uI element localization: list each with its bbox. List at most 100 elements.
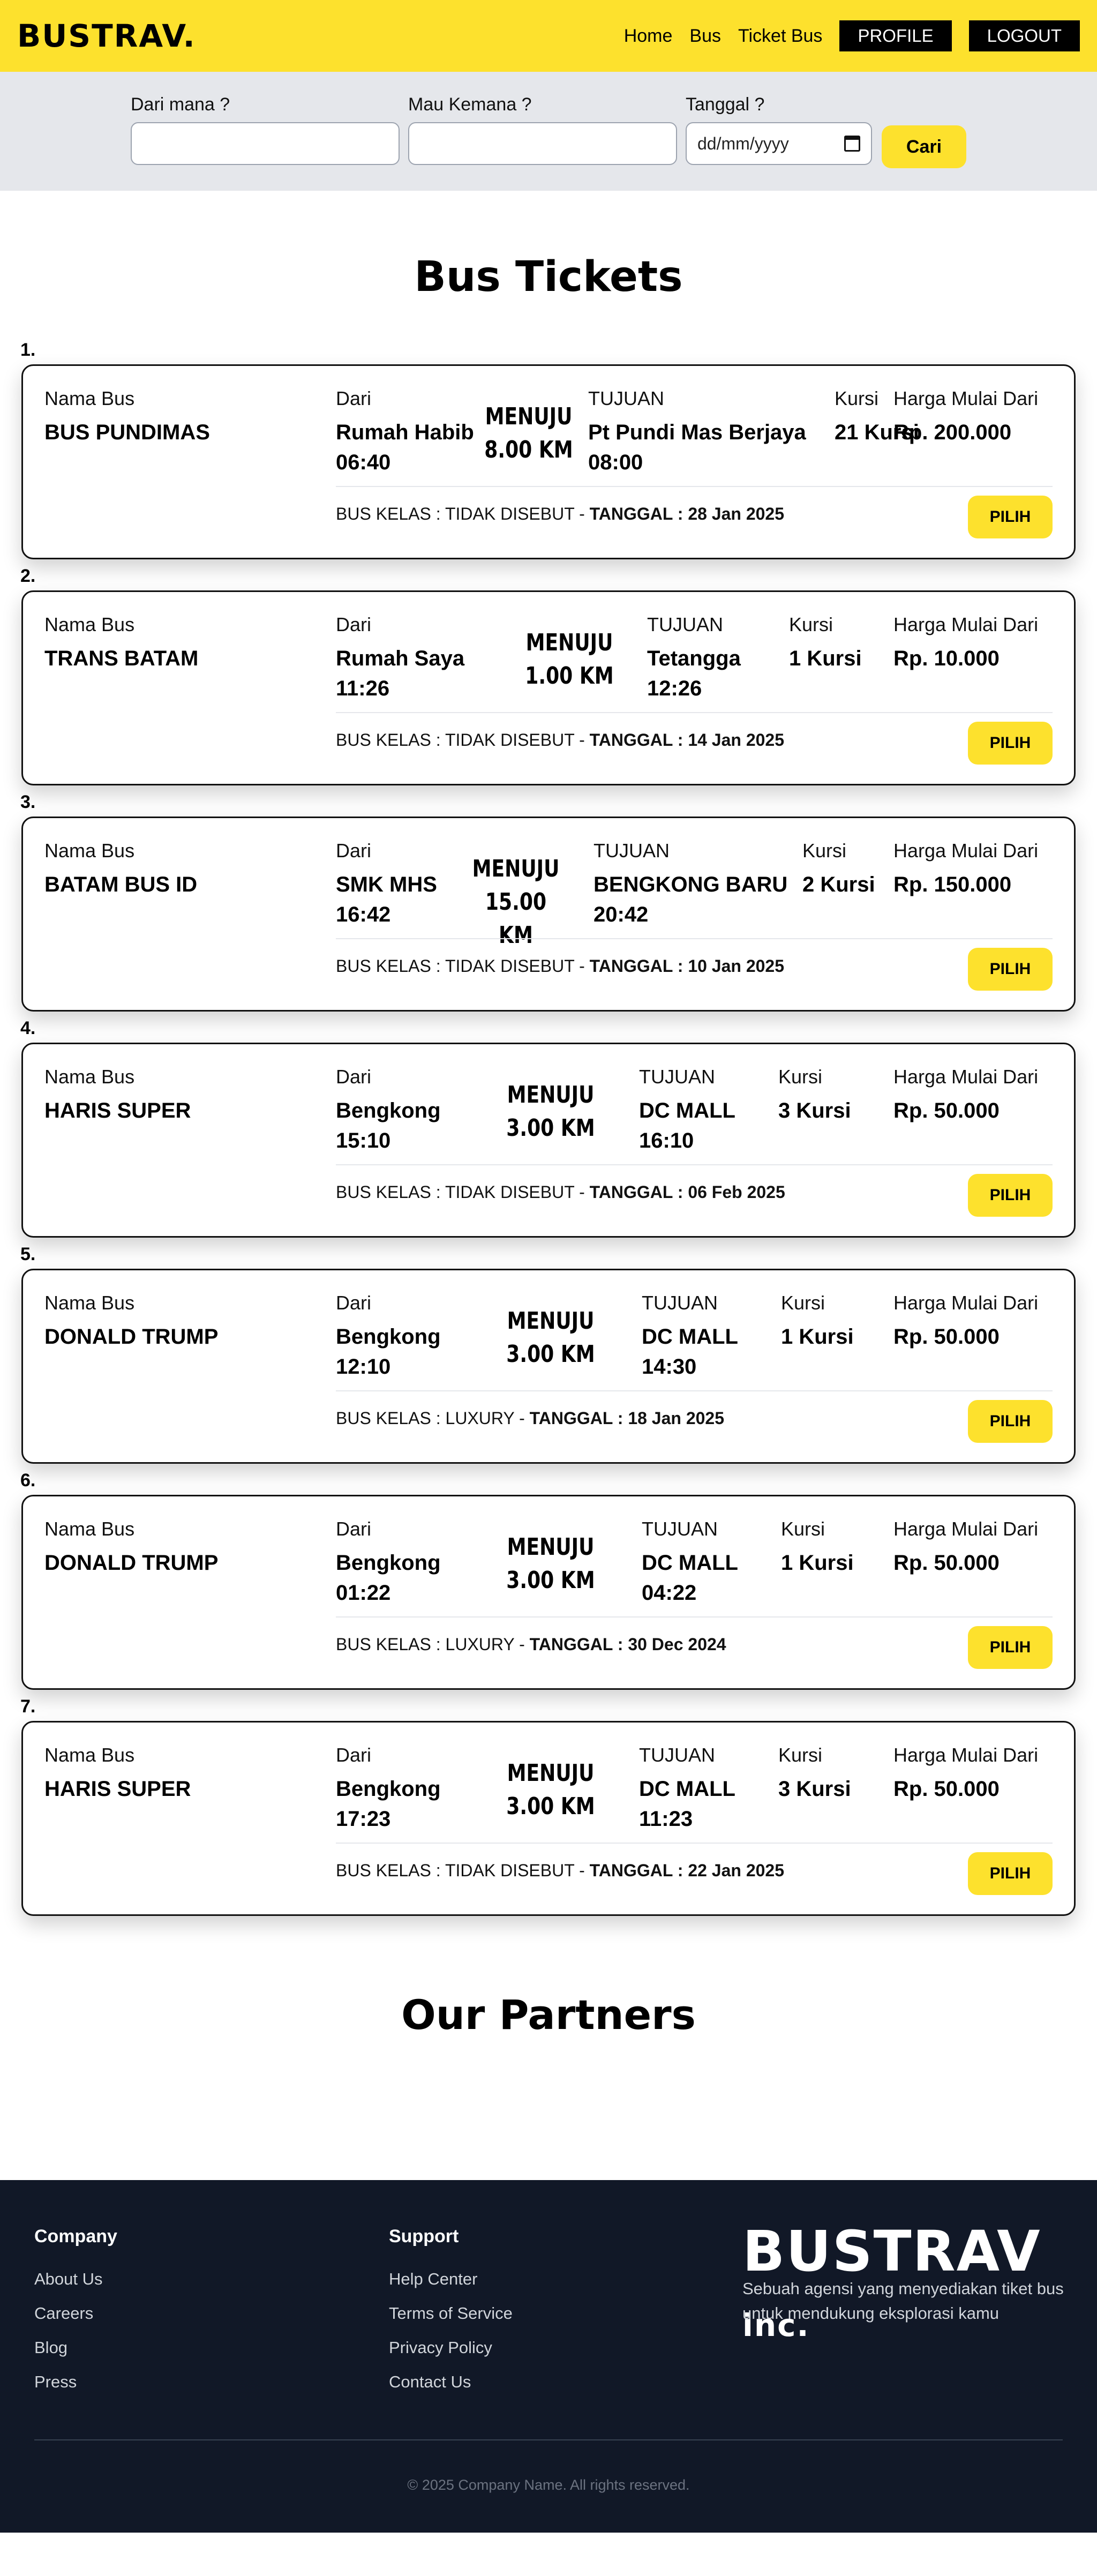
menuju-label: MENUJU — [472, 855, 560, 882]
select-ticket-button[interactable]: PILIH — [968, 1626, 1053, 1669]
seats-label: Kursi — [778, 1066, 823, 1088]
footer-link-privacy[interactable]: Privacy Policy — [389, 2336, 513, 2370]
distance: 3.00 KM — [506, 1341, 595, 1368]
ticket-divider — [336, 712, 1053, 713]
distance: 3.00 KM — [506, 1793, 595, 1820]
ticket-item: 4. Nama Bus HARIS SUPER Dari Bengkong 15:… — [0, 1018, 1097, 1244]
seats-count: 1 Kursi — [781, 1551, 854, 1575]
select-ticket-button[interactable]: PILIH — [968, 1400, 1053, 1443]
search-bar: Dari mana ? Mau Kemana ? Tanggal ? dd/mm… — [0, 72, 1097, 191]
price: Rp. 50.000 — [893, 1777, 1000, 1801]
route-distance: MENUJU 3.00 KM — [502, 1531, 599, 1597]
footer-company-heading: Company — [34, 2226, 117, 2246]
footer: Company About Us Careers Blog Press Supp… — [0, 2180, 1097, 2533]
footer-link-terms[interactable]: Terms of Service — [389, 2302, 513, 2336]
date-input[interactable]: dd/mm/yyyy — [686, 122, 872, 165]
distance: 3.00 KM — [506, 1567, 595, 1594]
depart-time: 01:22 — [336, 1581, 391, 1605]
select-ticket-button[interactable]: PILIH — [968, 1852, 1053, 1895]
menuju-label: MENUJU — [507, 1307, 595, 1335]
select-ticket-button[interactable]: PILIH — [968, 948, 1053, 991]
calendar-icon[interactable] — [844, 136, 860, 152]
seats-count: 3 Kursi — [778, 1099, 851, 1122]
menuju-label: MENUJU — [525, 629, 613, 656]
ticket-date: 22 Jan 2025 — [688, 1861, 785, 1880]
select-ticket-button[interactable]: PILIH — [968, 722, 1053, 765]
profile-button[interactable]: PROFILE — [839, 20, 952, 51]
nav-link-home[interactable]: Home — [624, 26, 673, 47]
select-ticket-button[interactable]: PILIH — [968, 1174, 1053, 1217]
arrive-time: 20:42 — [593, 903, 649, 926]
price-label: Harga Mulai Dari — [893, 1066, 1039, 1088]
logout-button[interactable]: LOGOUT — [968, 20, 1080, 51]
nav-link-bus[interactable]: Bus — [689, 26, 721, 47]
arrive-time: 11:23 — [639, 1807, 693, 1831]
bus-name-label: Nama Bus — [44, 1518, 135, 1540]
from-input[interactable] — [131, 122, 400, 165]
nav-links: Home Bus Ticket Bus PROFILE LOGOUT — [624, 0, 1080, 72]
ticket-card: Nama Bus BATAM BUS ID Dari SMK MHS 16:42 … — [21, 817, 1076, 1012]
footer-link-blog[interactable]: Blog — [34, 2336, 117, 2370]
from-label: Dari — [336, 1518, 372, 1540]
footer-link-careers[interactable]: Careers — [34, 2302, 117, 2336]
ticket-card: Nama Bus HARIS SUPER Dari Bengkong 17:23 … — [21, 1721, 1076, 1916]
ticket-item: 2. Nama Bus TRANS BATAM Dari Rumah Saya 1… — [0, 566, 1097, 792]
ticket-number: 2. — [20, 566, 36, 586]
ticket-date: 28 Jan 2025 — [688, 504, 785, 523]
to-label: TUJUAN — [593, 840, 670, 862]
ticket-number: 1. — [20, 340, 36, 360]
ticket-list: 1. Nama Bus BUS PUNDIMAS Dari Rumah Habi… — [0, 340, 1097, 1922]
to-location: BENGKONG BARU 20:42 — [593, 873, 788, 926]
price: Rp. 50.000 — [893, 1099, 1000, 1122]
route-distance: MENUJU 15.00 KM — [468, 852, 564, 952]
ticket-info: BUS KELAS : TIDAK DISEBUT - TANGGAL : 28… — [336, 504, 785, 523]
from-label: Dari mana ? — [131, 94, 230, 115]
footer-link-about[interactable]: About Us — [34, 2267, 117, 2302]
bus-class: TIDAK DISEBUT — [445, 1182, 575, 1202]
page-title: Bus Tickets — [414, 253, 683, 301]
select-ticket-button[interactable]: PILIH — [968, 496, 1053, 538]
from-label: Dari — [336, 1292, 372, 1314]
price-label: Harga Mulai Dari — [893, 840, 1039, 862]
menuju-label: MENUJU — [507, 1759, 595, 1787]
footer-link-help[interactable]: Help Center — [389, 2267, 513, 2302]
nav-link-ticket-bus[interactable]: Ticket Bus — [738, 26, 822, 47]
ticket-info: BUS KELAS : TIDAK DISEBUT - TANGGAL : 14… — [336, 730, 785, 750]
seats-count: 3 Kursi — [778, 1777, 851, 1801]
route-distance: MENUJU 8.00 KM — [480, 400, 577, 467]
seats-label: Kursi — [835, 387, 879, 409]
footer-divider — [34, 2439, 1063, 2440]
brand-logo[interactable]: BUSTRAV. — [17, 18, 196, 54]
footer-link-press[interactable]: Press — [34, 2370, 117, 2405]
ticket-card: Nama Bus DONALD TRUMP Dari Bengkong 01:22… — [21, 1495, 1076, 1690]
distance: 15.00 KM — [485, 888, 547, 949]
partners-area — [0, 2039, 1097, 2180]
from-location: SMK MHS 16:42 — [336, 873, 437, 926]
bus-class: TIDAK DISEBUT — [445, 504, 575, 523]
to-input[interactable] — [408, 122, 677, 165]
seats-label: Kursi — [778, 1744, 823, 1766]
partners-title: Our Partners — [401, 1991, 696, 2039]
price-label: Harga Mulai Dari — [893, 1744, 1039, 1766]
footer-tagline: Sebuah agensi yang menyediakan tiket bus… — [742, 2279, 1064, 2323]
ticket-date: 06 Feb 2025 — [688, 1182, 785, 1202]
price: Rp. 10.000 — [893, 647, 1000, 670]
ticket-item: 5. Nama Bus DONALD TRUMP Dari Bengkong 12… — [0, 1244, 1097, 1470]
ticket-number: 3. — [20, 792, 36, 812]
price: Rp. 200.000 — [893, 421, 1012, 444]
price-label: Harga Mulai Dari — [893, 1518, 1039, 1540]
arrive-time: 14:30 — [642, 1355, 697, 1379]
to-label: TUJUAN — [639, 1744, 715, 1766]
ticket-info: BUS KELAS : LUXURY - TANGGAL : 30 Dec 20… — [336, 1635, 726, 1654]
ticket-item: 3. Nama Bus BATAM BUS ID Dari SMK MHS 16:… — [0, 792, 1097, 1018]
search-submit-button[interactable]: Cari — [882, 125, 966, 168]
ticket-divider — [336, 1616, 1053, 1618]
seats-count: 1 Kursi — [789, 647, 862, 670]
footer-link-contact[interactable]: Contact Us — [389, 2370, 513, 2405]
bus-name-label: Nama Bus — [44, 387, 135, 409]
bus-name: DONALD TRUMP — [44, 1325, 219, 1349]
to-label: TUJUAN — [647, 613, 723, 635]
ticket-number: 6. — [20, 1470, 36, 1491]
ticket-divider — [336, 1164, 1053, 1165]
price: Rp. 50.000 — [893, 1325, 1000, 1349]
